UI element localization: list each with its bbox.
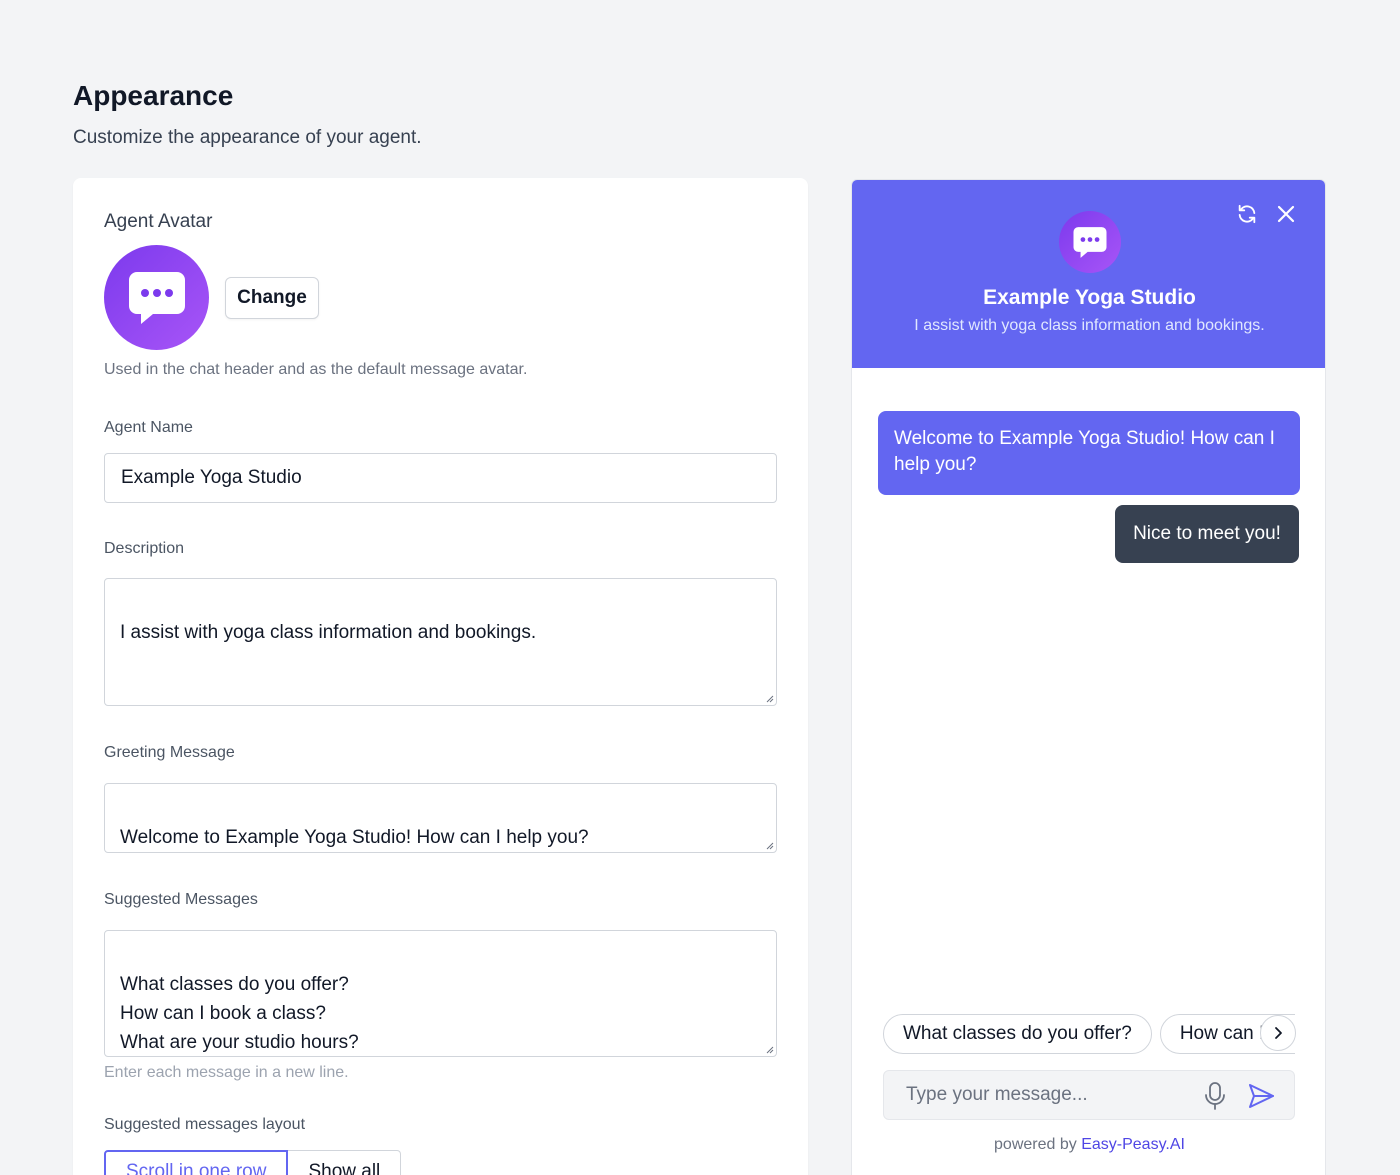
description-textarea[interactable]: I assist with yoga class information and… bbox=[104, 578, 777, 706]
chat-title: Example Yoga Studio bbox=[983, 286, 1196, 309]
suggested-help-text: Enter each message in a new line. bbox=[104, 1064, 349, 1081]
header-avatar bbox=[1059, 211, 1121, 273]
chat-header: Example Yoga Studio I assist with yoga c… bbox=[852, 180, 1325, 368]
layout-option-show-all[interactable]: Show all bbox=[288, 1150, 402, 1175]
user-message: Nice to meet you! bbox=[1115, 505, 1299, 563]
bot-message: Welcome to Example Yoga Studio! How can … bbox=[878, 411, 1300, 495]
description-label: Description bbox=[104, 540, 185, 557]
suggested-messages-textarea[interactable]: What classes do you offer? How can I boo… bbox=[104, 930, 777, 1057]
greeting-label: Greeting Message bbox=[104, 744, 235, 761]
chat-subtitle: I assist with yoga class information and… bbox=[914, 317, 1265, 334]
agent-name-label: Agent Name bbox=[104, 419, 193, 436]
send-icon[interactable] bbox=[1246, 1081, 1276, 1111]
chat-message-input[interactable] bbox=[884, 1071, 1184, 1119]
layout-label: Suggested messages layout bbox=[104, 1116, 306, 1133]
close-icon[interactable] bbox=[1274, 202, 1298, 226]
chat-bubble-icon bbox=[128, 271, 185, 324]
avatar-section-label: Agent Avatar bbox=[104, 211, 213, 232]
powered-by-brand-link[interactable]: Easy-Peasy.AI bbox=[1081, 1136, 1185, 1153]
suggestion-row: What classes do you offer?How can I book… bbox=[883, 1014, 1295, 1054]
avatar-help-text: Used in the chat header and as the defau… bbox=[104, 361, 528, 378]
chat-input-wrap bbox=[883, 1070, 1295, 1120]
resize-handle-icon[interactable] bbox=[764, 840, 774, 850]
agent-name-input[interactable]: Example Yoga Studio bbox=[104, 453, 777, 503]
greeting-text: Welcome to Example Yoga Studio! How can … bbox=[120, 827, 589, 848]
description-text: I assist with yoga class information and… bbox=[120, 622, 537, 643]
microphone-icon[interactable] bbox=[1202, 1081, 1228, 1111]
resize-handle-icon[interactable] bbox=[764, 693, 774, 703]
layout-toggle: Scroll in one row Show all bbox=[104, 1150, 402, 1175]
suggested-messages-label: Suggested Messages bbox=[104, 891, 258, 908]
greeting-textarea[interactable]: Welcome to Example Yoga Studio! How can … bbox=[104, 783, 777, 853]
powered-by: powered by Easy-Peasy.AI bbox=[852, 1136, 1325, 1154]
powered-by-prefix: powered by bbox=[994, 1136, 1077, 1153]
agent-avatar bbox=[104, 245, 209, 350]
chat-bubble-icon bbox=[1073, 226, 1107, 258]
resize-handle-icon[interactable] bbox=[764, 1044, 774, 1054]
suggested-messages-text: What classes do you offer? How can I boo… bbox=[120, 974, 359, 1053]
refresh-icon[interactable] bbox=[1235, 202, 1259, 226]
page-title: Appearance bbox=[73, 80, 234, 111]
layout-option-scroll[interactable]: Scroll in one row bbox=[104, 1150, 289, 1175]
settings-card: Agent Avatar Change Used in the chat hea… bbox=[73, 178, 808, 1175]
change-avatar-button[interactable]: Change bbox=[225, 277, 319, 319]
suggestion-chip[interactable]: What classes do you offer? bbox=[883, 1014, 1152, 1054]
chat-preview: Example Yoga Studio I assist with yoga c… bbox=[851, 179, 1326, 1175]
chevron-right-icon[interactable] bbox=[1260, 1015, 1296, 1051]
page-subtitle: Customize the appearance of your agent. bbox=[73, 127, 422, 148]
